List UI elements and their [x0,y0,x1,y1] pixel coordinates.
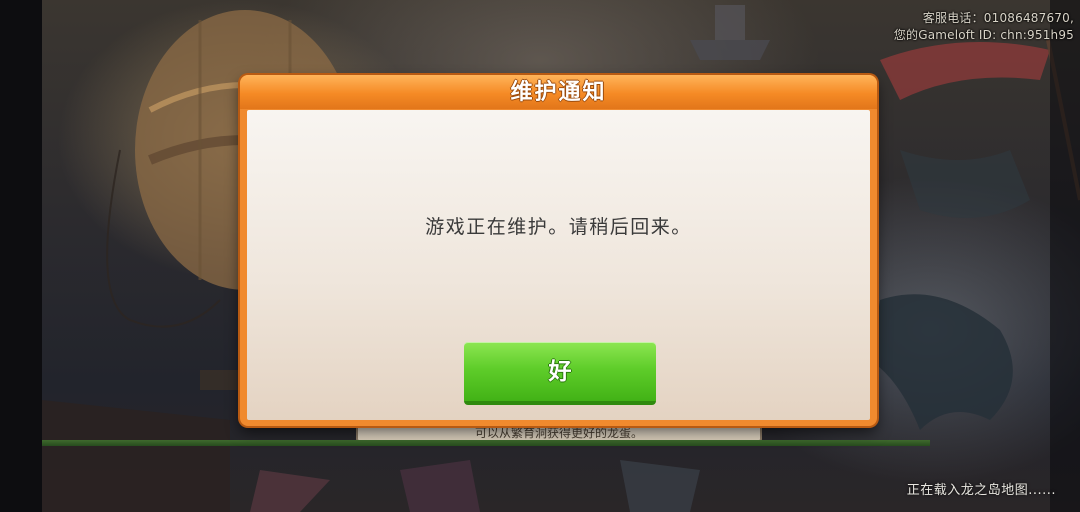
dialog-header: 维护通知 [240,75,877,109]
ok-button-label: 好 [548,359,572,385]
airship-art [690,5,770,60]
loading-progress-bar [42,440,930,446]
loading-status-text: 正在载入龙之岛地图...... [906,483,1056,498]
maintenance-dialog: 维护通知 游戏正在维护。请稍后回来。 好 [240,75,877,426]
support-phone-text: 客服电话：01086487670, [922,11,1074,25]
game-screen: 客服电话：01086487670, 您的Gameloft ID: chn:951… [0,0,1080,512]
dragon-art [870,150,1030,430]
loading-progress-fill [42,440,930,446]
dialog-body: 游戏正在维护。请稍后回来。 好 [247,110,870,420]
right-letterbox [1050,0,1080,512]
dialog-message: 游戏正在维护。请稍后回来。 [425,216,692,238]
dialog-title: 维护通知 [510,80,607,105]
loading-tip-text: 可以从繁育洞获得更好的龙蛋。 [474,426,643,440]
ok-button[interactable]: 好 [464,342,656,405]
left-letterbox [0,0,42,512]
gameloft-id-text: 您的Gameloft ID: chn:951h95 [893,28,1074,42]
